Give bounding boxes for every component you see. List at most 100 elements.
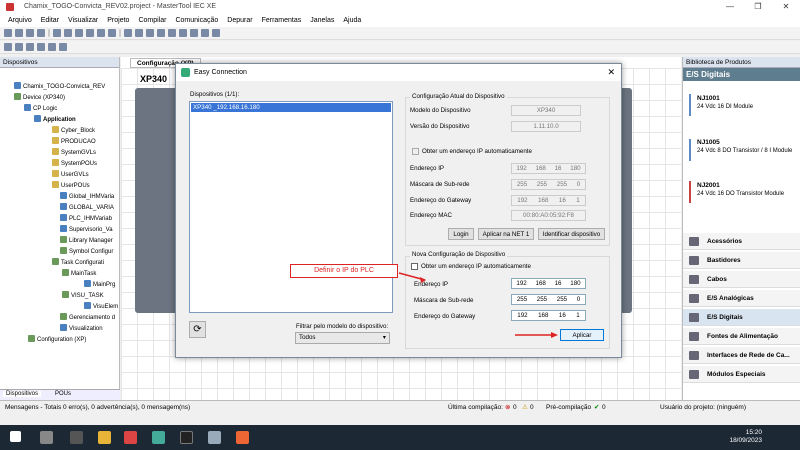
devices-list[interactable]: XP340 _192.168.16.180 [189, 101, 393, 313]
category-interfaces[interactable]: Interfaces de Rede de Ca... [683, 347, 800, 364]
tree-item-gvl[interactable]: Global_IHMVaria [60, 192, 114, 202]
find-icon[interactable] [124, 29, 132, 37]
menu-ajuda[interactable]: Ajuda [343, 14, 361, 27]
gvl-icon [60, 214, 67, 221]
tree-item-folder[interactable]: SystemPOUs [52, 159, 97, 169]
product-nj2001[interactable]: NJ2001 24 Vdc 16 DO Transistor Module [697, 182, 797, 198]
menu-compilar[interactable]: Compilar [138, 14, 166, 27]
menu-editar[interactable]: Editar [41, 14, 59, 27]
tree-item-gvl[interactable]: GLOBAL_VARIA [60, 203, 114, 213]
login-icon[interactable] [146, 29, 154, 37]
breakpoint-icon[interactable] [201, 29, 209, 37]
tree-item-task[interactable]: MainTask [62, 269, 96, 279]
tree-item-gvl[interactable]: Supervisorio_Va [60, 225, 113, 235]
tree-item-folder[interactable]: PRODUCAO [52, 137, 96, 147]
tree-item-library[interactable]: Library Manager [60, 236, 113, 246]
stop-icon[interactable] [179, 29, 187, 37]
tree-item-prg[interactable]: VisuElem [84, 302, 118, 312]
ip-octet: 168 [538, 197, 549, 204]
category-es-digitais[interactable]: E/S Digitais [683, 309, 800, 326]
task-icon [52, 258, 59, 265]
delete-icon[interactable] [108, 29, 116, 37]
undo-icon[interactable] [53, 29, 61, 37]
maximize-icon[interactable]: ❐ [744, 0, 772, 14]
new-config-header: Nova Configuração de Dispositivo [410, 251, 508, 258]
tree-item-application[interactable]: Application [34, 115, 76, 125]
tree-item-manager[interactable]: Gerenciamento d [60, 313, 115, 323]
product-nj1001[interactable]: NJ1001 24 Vdc 16 DI Module [697, 95, 753, 111]
category-acessorios[interactable]: Acessórios [683, 233, 800, 250]
tree-item-folder[interactable]: UserPOUs [52, 181, 90, 191]
save-icon[interactable] [26, 29, 34, 37]
category-bastidores[interactable]: Bastidores [683, 252, 800, 269]
category-fontes[interactable]: Fontes de Alimentação [683, 328, 800, 345]
app-icon[interactable] [152, 431, 165, 444]
category-cabos[interactable]: Cabos [683, 271, 800, 288]
build-icon[interactable] [135, 29, 143, 37]
apply-net1-button[interactable]: Aplicar na NET 1 [478, 228, 534, 240]
paste-icon[interactable] [97, 29, 105, 37]
tree-item-cp-logic[interactable]: CP Logic [24, 104, 57, 114]
reset-icon[interactable] [190, 29, 198, 37]
search-icon[interactable] [40, 431, 53, 444]
run-icon[interactable] [168, 29, 176, 37]
zoom-out-icon[interactable] [15, 43, 23, 51]
tab-pous[interactable]: POUs [52, 391, 74, 397]
print-icon[interactable] [37, 29, 45, 37]
tree-item-symbol[interactable]: Symbol Configur [60, 247, 113, 257]
file-explorer-icon[interactable] [98, 431, 111, 444]
menu-ferramentas[interactable]: Ferramentas [262, 14, 302, 27]
select-icon[interactable] [37, 43, 45, 51]
grid-icon[interactable] [59, 43, 67, 51]
refresh-icon[interactable]: ⟳ [189, 321, 206, 338]
login-button[interactable]: Login [448, 228, 474, 240]
tree-item-device[interactable]: Device (XP340) [14, 93, 65, 103]
tree-item-project[interactable]: Chamix_TOGO-Convicta_REV [14, 82, 105, 92]
close-icon[interactable]: ✕ [772, 0, 800, 14]
tree-item-configuration[interactable]: Configuration (XP) [28, 335, 86, 345]
menu-comunicacao[interactable]: Comunicação [175, 14, 218, 27]
filter-select[interactable]: Todos ▾ [295, 332, 390, 344]
tree-item-prg[interactable]: MainPrg [84, 280, 115, 290]
menu-visualizar[interactable]: Visualizar [68, 14, 98, 27]
cut-icon[interactable] [75, 29, 83, 37]
category-label: Cabos [707, 276, 727, 283]
menu-projeto[interactable]: Projeto [107, 14, 129, 27]
system-clock[interactable]: 15:20 18/09/2023 [729, 429, 762, 445]
mastertool-icon[interactable] [236, 431, 249, 444]
layout-icon[interactable] [48, 43, 56, 51]
category-modulos-especiais[interactable]: Módulos Especiais [683, 366, 800, 383]
tree-item-folder[interactable]: SystemGVLs [52, 148, 96, 158]
open-icon[interactable] [15, 29, 23, 37]
tree-item-gvl[interactable]: PLC_IHMVariab [60, 214, 112, 224]
minimize-icon[interactable]: — [716, 0, 744, 14]
tree-item-folder[interactable]: UserGVLs [52, 170, 89, 180]
tab-dispositivos[interactable]: Dispositivos [3, 391, 42, 397]
zoom-in-icon[interactable] [4, 43, 12, 51]
redo-icon[interactable] [64, 29, 72, 37]
menu-arquivo[interactable]: Arquivo [8, 14, 32, 27]
tree-item-task[interactable]: VISU_TASK [62, 291, 104, 301]
toolbar-separator [119, 29, 121, 37]
copy-icon[interactable] [86, 29, 94, 37]
task-view-icon[interactable] [70, 431, 83, 444]
identify-device-button[interactable]: Identificar dispositivo [538, 228, 605, 240]
windows-start-icon[interactable] [10, 431, 21, 442]
messages-summary[interactable]: Mensagens - Totais 0 erro(s), 0 advertên… [5, 401, 190, 415]
chrome-icon[interactable] [124, 431, 137, 444]
terminal-icon[interactable] [180, 431, 193, 444]
fit-icon[interactable] [26, 43, 34, 51]
app-icon[interactable] [208, 431, 221, 444]
tree-item-visualization[interactable]: Visualization [60, 324, 103, 334]
category-es-analogicas[interactable]: E/S Analógicas [683, 290, 800, 307]
new-icon[interactable] [4, 29, 12, 37]
device-list-item[interactable]: XP340 _192.168.16.180 [191, 103, 391, 112]
step-icon[interactable] [212, 29, 220, 37]
tree-item-task-config[interactable]: Task Configurati [52, 258, 104, 268]
tree-item-folder[interactable]: Cyber_Block [52, 126, 95, 136]
logout-icon[interactable] [157, 29, 165, 37]
product-nj1005[interactable]: NJ1005 24 Vdc 8 DO Transistor / 8 I Modul… [697, 139, 797, 155]
menu-janelas[interactable]: Janelas [310, 14, 334, 27]
menu-depurar[interactable]: Depurar [227, 14, 252, 27]
close-icon[interactable]: ✕ [607, 64, 615, 81]
